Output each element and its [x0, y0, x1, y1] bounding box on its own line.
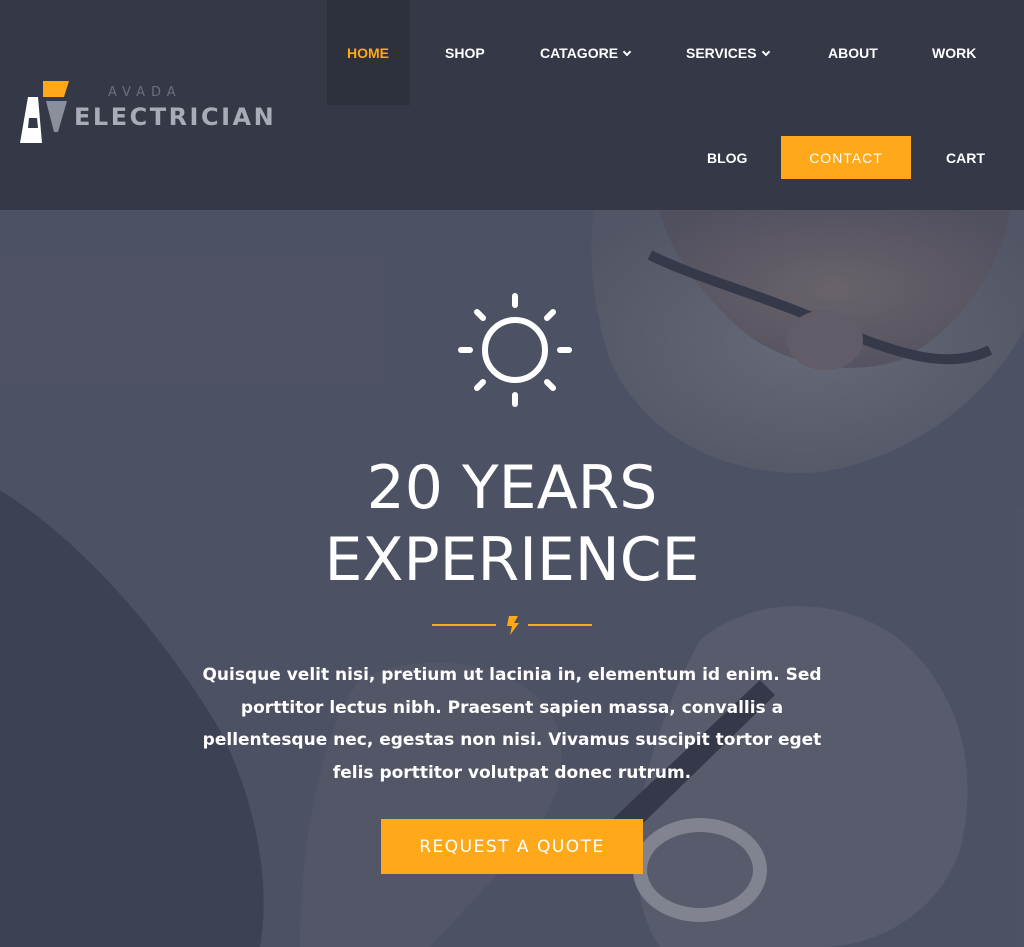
- lightning-icon: [507, 616, 519, 635]
- nav-about[interactable]: ABOUT: [828, 45, 878, 61]
- nav-shop[interactable]: SHOP: [445, 45, 485, 61]
- title-divider: [432, 616, 592, 635]
- hero-title-line2: EXPERIENCE: [324, 525, 700, 595]
- sun-icon: [458, 293, 572, 407]
- logo-mark-icon: [20, 81, 69, 143]
- logo-big-text: ELECTRICIAN: [74, 103, 277, 131]
- chevron-down-icon: [622, 47, 632, 57]
- nav-contact-button[interactable]: CONTACT: [781, 136, 911, 179]
- nav-home[interactable]: HOME: [347, 45, 389, 61]
- hero-description: Quisque velit nisi, pretium ut lacinia i…: [202, 665, 822, 783]
- request-quote-button[interactable]: REQUEST A QUOTE: [381, 819, 643, 874]
- chevron-down-icon: [761, 47, 770, 57]
- hero-section: 20 YEARS EXPERIENCE Quisque velit nisi, …: [0, 210, 1024, 947]
- logo-small-text: AVADA: [108, 85, 182, 100]
- nav-blog[interactable]: BLOG: [707, 150, 747, 166]
- nav-services[interactable]: SERVICES: [686, 45, 770, 61]
- nav-catagore[interactable]: CATAGORE: [540, 45, 632, 61]
- site-logo[interactable]: AVADA ELECTRICIAN: [20, 80, 274, 146]
- site-header: AVADA ELECTRICIAN HOME SHOP CATAGORE SER…: [0, 0, 1024, 210]
- nav-cart[interactable]: CART: [946, 150, 985, 166]
- hero-title-line1: 20 YEARS: [366, 453, 658, 523]
- nav-work[interactable]: WORK: [932, 45, 976, 61]
- nav-services-label: SERVICES: [686, 45, 757, 61]
- nav-catagore-label: CATAGORE: [540, 45, 619, 61]
